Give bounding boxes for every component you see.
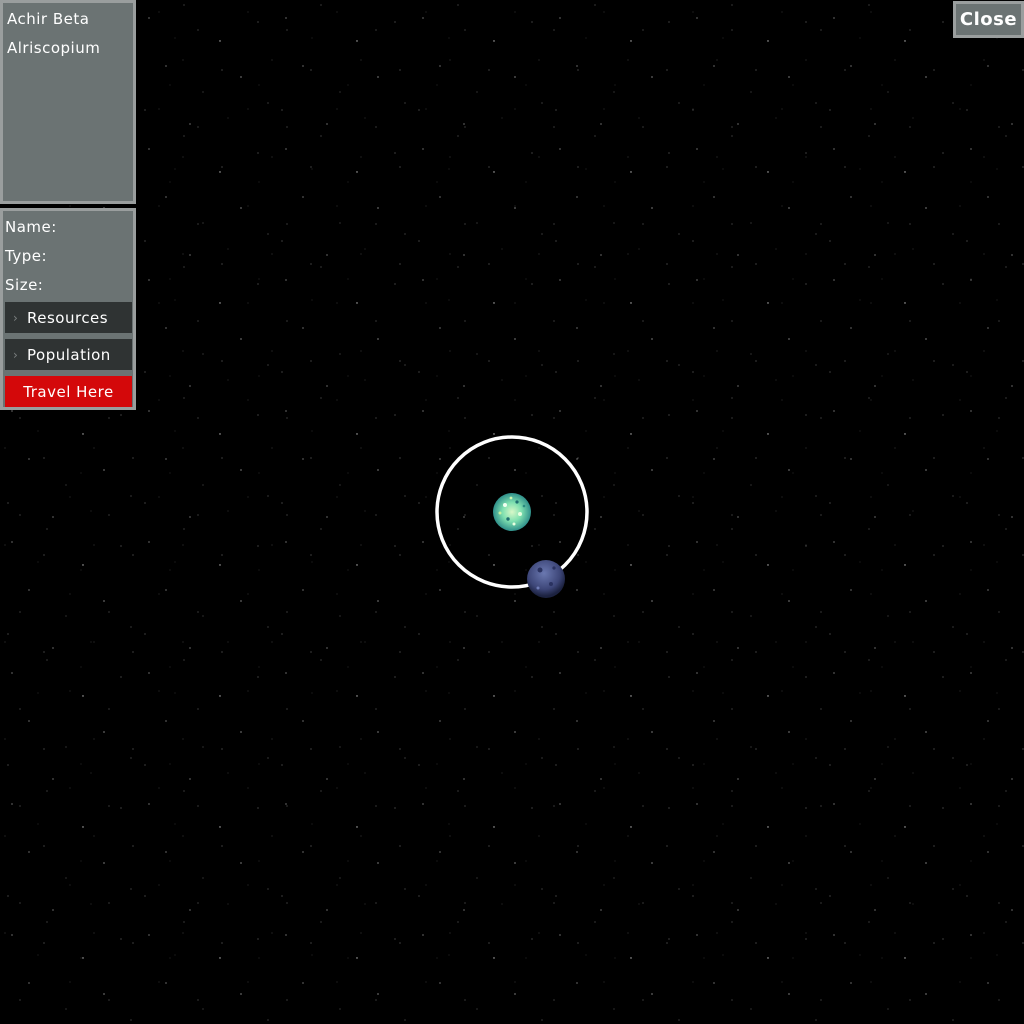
- chevron-right-icon: ›: [13, 310, 19, 325]
- star-map[interactable]: [0, 0, 1024, 1024]
- close-button[interactable]: Close: [953, 1, 1024, 38]
- planet-info-panel: Name: Type: Size: › Resources › Populati…: [0, 208, 136, 410]
- type-label: Type:: [5, 247, 48, 265]
- system-list-panel: Achir Beta Alriscopium: [0, 0, 136, 204]
- system-item-achir-beta[interactable]: Achir Beta: [7, 8, 133, 37]
- population-label: Population: [27, 345, 111, 364]
- travel-here-button[interactable]: Travel Here: [5, 376, 132, 407]
- planet-icon[interactable]: [527, 560, 565, 598]
- resources-label: Resources: [27, 308, 109, 327]
- name-label: Name:: [5, 218, 57, 236]
- star-icon[interactable]: [493, 493, 531, 531]
- system-item-alriscopium[interactable]: Alriscopium: [7, 37, 133, 66]
- chevron-right-icon: ›: [13, 347, 19, 362]
- resources-expander[interactable]: › Resources: [5, 302, 132, 333]
- population-expander[interactable]: › Population: [5, 339, 132, 370]
- size-label: Size:: [5, 276, 44, 294]
